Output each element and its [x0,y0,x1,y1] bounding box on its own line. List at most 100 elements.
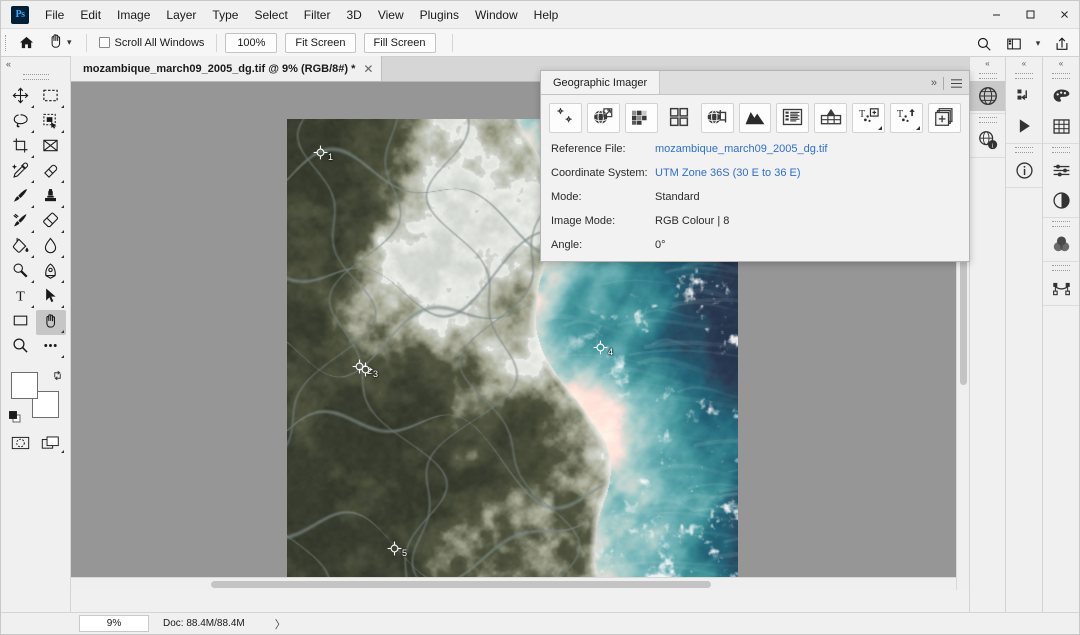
checkbox-box[interactable] [98,37,110,48]
gi-gcp-add-tool[interactable]: T [852,103,886,133]
rectangle-tool[interactable] [5,310,36,335]
tool-submenu-indicator[interactable] [61,105,64,108]
gi-reproject-tool[interactable] [586,103,620,133]
tool-submenu-indicator[interactable] [30,155,34,158]
adjustments-panel-icon[interactable] [1043,155,1079,185]
tool-submenu-indicator[interactable] [30,205,34,208]
tool-submenu-indicator[interactable] [30,130,34,133]
swatches-panel-icon[interactable] [1043,111,1079,141]
dodge-tool[interactable] [5,260,36,285]
gi-tile-tool[interactable] [663,103,696,133]
color-panel-icon[interactable] [1043,81,1079,111]
tool-submenu-indicator[interactable] [61,180,64,183]
gi-dem-tool[interactable] [738,103,772,133]
tool-submenu-indicator[interactable] [30,230,34,233]
tool-submenu-indicator[interactable] [61,230,64,233]
tool-submenu-indicator[interactable] [61,305,64,308]
search-icon[interactable] [971,32,997,56]
gi-terrain-tool[interactable] [814,103,848,133]
history-brush-tool[interactable] [5,210,36,235]
zoom-100-button[interactable]: 100% [225,32,278,53]
screen-mode-button[interactable] [36,430,67,455]
fit-screen-button[interactable]: Fit Screen [285,32,356,53]
crop-tool[interactable] [5,135,36,160]
channels-panel-icon[interactable] [1043,229,1079,259]
dock-grip[interactable] [970,70,1005,81]
gi-field-value[interactable]: mozambique_march09_2005_dg.tif [655,143,827,155]
tool-submenu-indicator[interactable] [61,255,64,258]
menu-item-layer[interactable]: Layer [158,4,204,26]
path-selection-tool[interactable] [36,285,67,310]
current-tool-selector[interactable]: ▾ [41,32,78,54]
default-colors-icon[interactable] [8,410,21,423]
dock-collapse-button-2[interactable]: « [1006,57,1042,70]
swap-colors-icon[interactable] [52,370,63,384]
tool-submenu-indicator[interactable] [30,305,34,308]
move-tool[interactable] [5,85,36,110]
menu-item-3d[interactable]: 3D [338,4,369,26]
clone-stamp-tool[interactable] [36,185,67,210]
workspace-icon[interactable] [1001,32,1027,56]
share-icon[interactable] [1049,32,1075,56]
document-tab[interactable]: mozambique_march09_2005_dg.tif @ 9% (RGB… [71,56,383,81]
gi-transform-tool[interactable] [549,103,582,133]
dock-grip[interactable] [1006,144,1042,155]
rectangular-marquee-tool[interactable] [36,85,67,110]
gi-crop-tool[interactable] [700,103,734,133]
menu-item-filter[interactable]: Filter [296,4,339,26]
menu-item-plugins[interactable]: Plugins [412,4,467,26]
close-icon[interactable]: ✕ [363,62,373,76]
dock-grip[interactable] [1043,218,1079,229]
gi-gcp-export-tool[interactable]: T [890,103,924,133]
type-tool[interactable]: T [5,285,36,310]
hand-tool[interactable] [35,310,66,335]
toolbar-grip[interactable] [1,71,70,83]
foreground-color-swatch[interactable] [10,372,38,399]
chevron-down-icon[interactable]: ▾ [1031,32,1045,56]
pen-tool[interactable] [36,260,67,285]
tool-submenu-indicator[interactable] [916,126,921,130]
dock-collapse-button-3[interactable]: « [1043,57,1079,70]
gi-field-value[interactable]: UTM Zone 36S (30 E to 36 E) [655,167,801,179]
gi-metadata-tool[interactable] [776,103,810,133]
frame-tool[interactable] [36,135,67,160]
dock-grip[interactable] [970,114,1005,125]
tool-submenu-indicator[interactable] [878,126,883,130]
actions-panel-icon[interactable] [1006,111,1042,141]
horizontal-scrollbar-thumb[interactable] [211,581,711,588]
scroll-all-windows-checkbox[interactable]: Scroll All Windows [95,37,209,49]
tool-submenu-indicator[interactable] [61,130,64,133]
chevron-down-icon[interactable]: ▾ [67,37,72,48]
menu-item-type[interactable]: Type [204,4,246,26]
dock-grip[interactable] [1043,262,1079,273]
zoom-level-field[interactable]: 9% [79,615,149,632]
gi-expand-icon[interactable]: » [931,77,937,89]
tool-submenu-indicator[interactable] [61,355,64,358]
history-panel-icon[interactable] [1006,81,1042,111]
fill-screen-button[interactable]: Fill Screen [363,32,436,53]
tool-submenu-indicator[interactable] [30,255,34,258]
minimize-button[interactable] [979,1,1013,28]
status-expand-icon[interactable]: 〉 [275,616,286,632]
toolbar-collapse-button[interactable]: « [1,57,70,71]
menu-item-file[interactable]: File [37,4,72,26]
menu-item-help[interactable]: Help [526,4,567,26]
horizontal-scrollbar[interactable] [71,577,956,590]
tool-submenu-indicator[interactable] [30,105,34,108]
menu-item-view[interactable]: View [370,4,412,26]
tool-submenu-indicator[interactable] [30,280,34,283]
tool-submenu-indicator[interactable] [61,330,64,333]
lasso-tool[interactable] [5,110,36,135]
menu-item-window[interactable]: Window [467,4,526,26]
layers-panel-icon[interactable] [1043,185,1079,215]
eyedropper-tool[interactable] [5,160,36,185]
geographic-imager-panel-icon[interactable] [970,81,1005,111]
info-panel-icon[interactable] [1006,155,1042,185]
spot-healing-brush-tool[interactable] [36,160,67,185]
maximize-button[interactable] [1013,1,1047,28]
gradient-tool[interactable] [5,235,36,260]
menu-item-edit[interactable]: Edit [72,4,109,26]
tool-submenu-indicator[interactable] [30,180,34,183]
tool-submenu-indicator[interactable] [61,205,64,208]
home-icon[interactable] [11,28,41,57]
